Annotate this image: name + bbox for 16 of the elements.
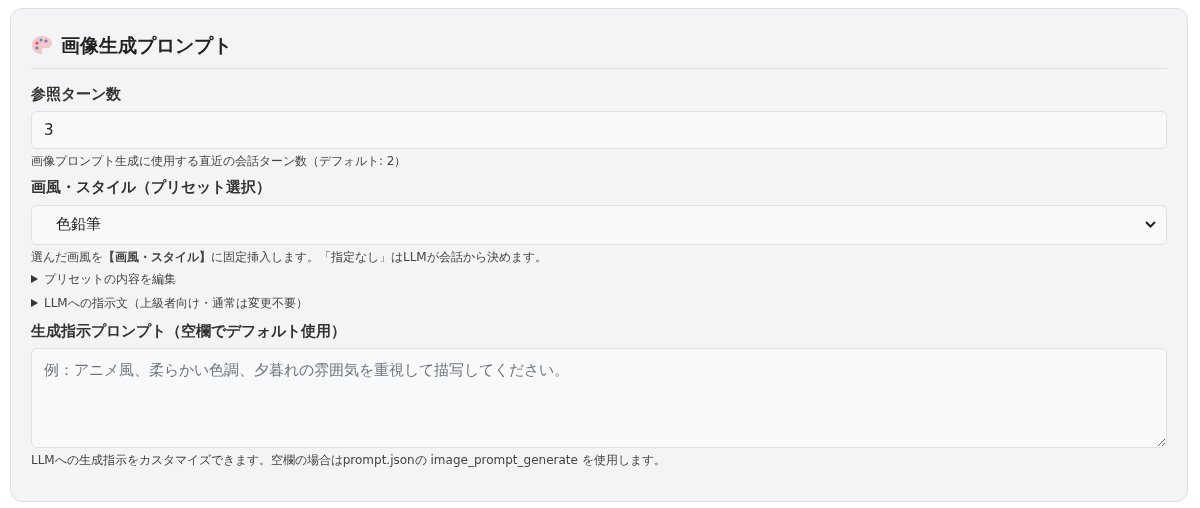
hint-text: 画像プロンプト生成に使用する直近の会話ターン数（デフォルト: 2） <box>31 154 408 168</box>
field-label: 参照ターン数 <box>31 83 122 105</box>
hint-text: 選んだ画風を【画風・スタイル】に固定挿入します。「指定なし」はLLMが会話から決めます。 <box>31 249 548 264</box>
triangle-icon <box>31 298 38 307</box>
field-label: 生成指示プロンプト（空欄でデフォルト使用） <box>31 320 347 342</box>
field-label: 画風・スタイル（プリセット選択） <box>31 177 272 198</box>
palette-icon <box>31 35 53 56</box>
number-field[interactable]: 3 <box>31 111 1167 149</box>
disclosure-toggle[interactable]: プリセットの内容を編集 <box>31 271 176 286</box>
chevron-down-icon <box>1145 221 1156 228</box>
hint-text: LLMへの生成指示をカスタマイズできます。空欄の場合はprompt.jsonの image_prompt_generate を使用します。 <box>31 453 667 467</box>
style-select[interactable]: 色鉛筆 <box>31 204 1167 245</box>
section-title: 画像生成プロンプト <box>61 33 232 58</box>
triangle-icon <box>31 274 38 283</box>
prompt-textarea[interactable]: 例：アニメ風、柔らかい色調、夕暮れの雰囲気を重視して描写してください。 <box>31 348 1167 448</box>
disclosure-toggle[interactable]: LLMへの指示文（上級者向け・通常は変更不要） <box>31 295 308 310</box>
